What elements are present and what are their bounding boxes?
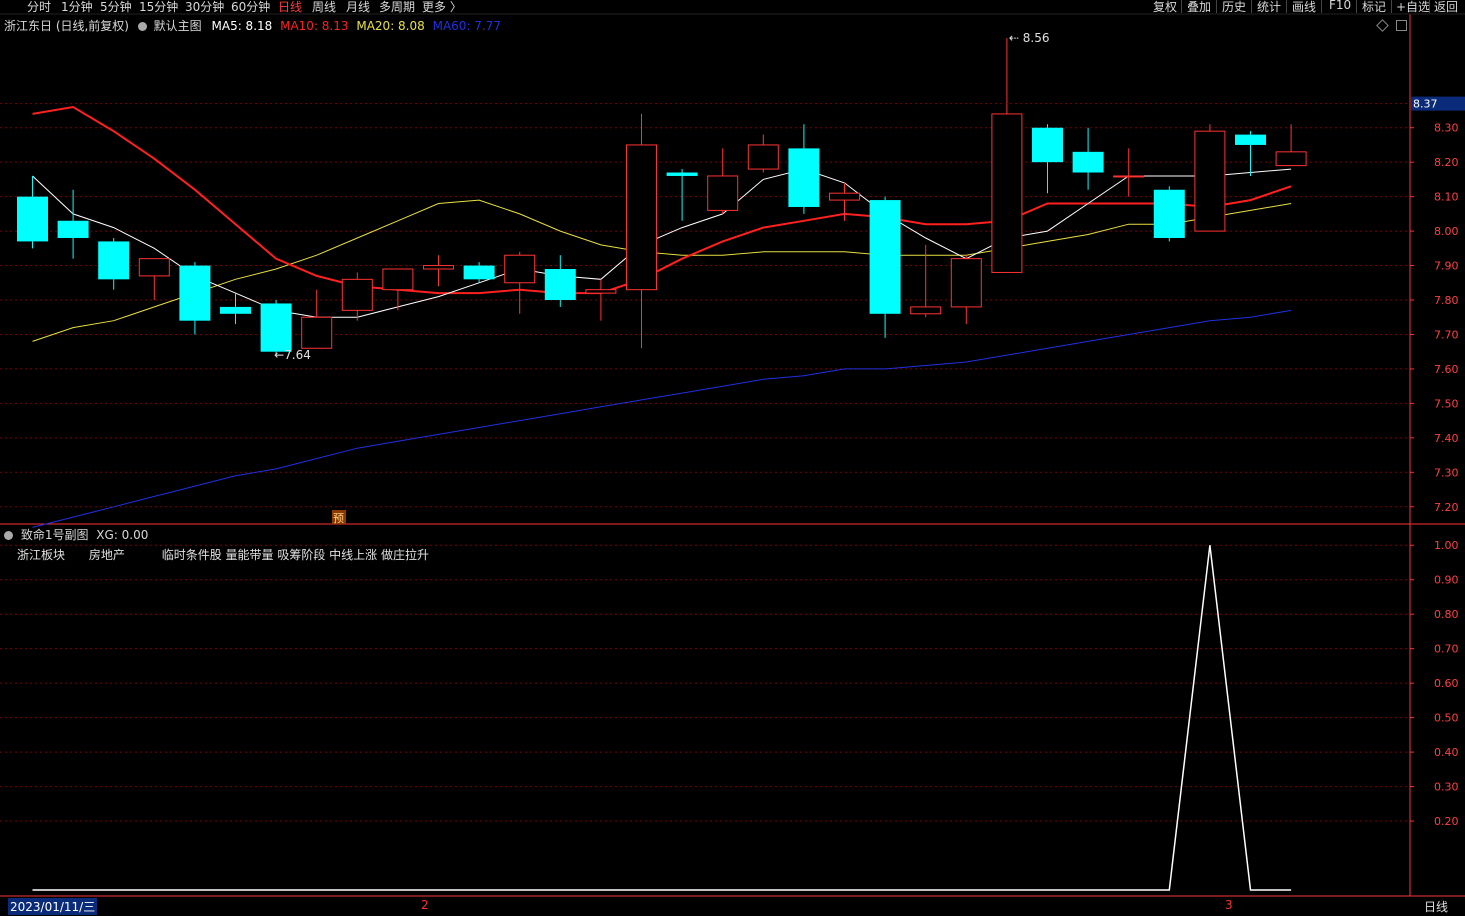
candle-body-up [747,144,779,170]
sub-panel-grid [0,544,1410,822]
candle-body-down [1153,189,1185,238]
sector-realestate: 房地产 [88,548,125,562]
candle-body-down [1235,134,1266,145]
price-tick-label: 7.20 [1434,501,1459,514]
candle-body-up [950,258,982,308]
candle-body-up [301,316,333,349]
template-dot-icon[interactable] [137,22,147,31]
xg-value: XG: 0.00 [96,528,149,542]
main-panel-header: 浙江东日 (日线,前复权) 默认主图 MA5: 8.18 MA10: 8.13 … [4,17,501,34]
candle-body-up [829,192,860,201]
indicator-tick-label: 0.60 [1434,677,1459,690]
current-price-tag: 8.37 [1413,98,1438,111]
candle-body-down [57,220,89,238]
candle-body-down [17,196,48,242]
ma60-line [32,309,1292,528]
price-tick-label: 8.30 [1434,122,1459,135]
candle-body-up [991,113,1023,273]
price-tick-label: 7.50 [1434,397,1459,410]
ma20-polyline [32,199,1292,342]
candle-body-down [788,148,820,207]
indicator-tick-label: 0.70 [1434,643,1459,656]
ma60-legend: MA60: 7.77 [432,19,502,33]
indicator-tick-label: 0.80 [1434,608,1459,621]
price-tick-label: 8.00 [1434,225,1459,238]
indicator-tick-label: 0.40 [1434,746,1459,759]
price-tick-label: 8.20 [1434,156,1459,169]
candle-body-up [1275,151,1307,167]
strategy-tags: 临时条件股 量能带量 吸筹阶段 中线上涨 做庄拉升 [161,548,429,562]
indicator-tick-label: 0.50 [1434,712,1459,725]
low-price-label: ←7.64 [274,348,311,362]
price-tick-label: 7.60 [1434,363,1459,376]
candle-body-up [138,258,170,277]
forecast-marker: 预 [333,512,344,525]
cursor-date: 2023/01/11/三 [8,898,98,915]
candle-body-up [1194,130,1226,232]
panel-frames [0,13,1465,897]
candle-body-down [544,269,576,301]
panel-settings-icon[interactable] [1396,20,1407,31]
indicator-tick-label: 0.30 [1434,781,1459,794]
indicator-tick-label: 0.90 [1434,574,1459,587]
sub-panel-dot-icon[interactable] [4,531,13,540]
candle-body-up [382,268,414,291]
candle-body-down [869,200,901,314]
month-marker-2: 2 [421,898,429,912]
ma5-polyline [32,168,1292,318]
candle-body-up [626,144,657,291]
period-indicator[interactable]: 日线 [1424,898,1448,915]
candle-body-down [179,265,211,321]
price-tick-label: 7.70 [1434,328,1459,341]
candle-body-up [585,289,617,294]
main-price-axis: 7.20 7.30 7.40 7.50 7.60 7.70 7.80 7.90 8.00 8.10… [0,96,1465,514]
candle-body-down [98,241,130,280]
indicator-tick-label: 1.00 [1434,539,1459,552]
candle-body-up [910,306,942,315]
stock-title[interactable]: 浙江东日 (日线,前复权) [4,19,129,33]
ma20-line [32,199,1292,342]
candle-body-down [463,265,495,280]
sector-info-row: 浙江板块 房地产 临时条件股 量能带量 吸筹阶段 中线上涨 做庄拉升 [17,546,429,563]
price-tick-label: 7.40 [1434,432,1459,445]
kline-chart-canvas[interactable]: 7.20 7.30 7.40 7.50 7.60 7.70 7.80 7.90 8.00 8.10… [0,0,1465,916]
ma5-line [32,168,1292,318]
candle-body-down [260,303,292,352]
price-tick-label: 7.80 [1434,294,1459,307]
ma20-legend: MA20: 8.08 [356,19,425,33]
candle-body-down [1072,151,1104,173]
ma10-legend: MA10: 8.13 [280,19,349,33]
price-tick-label: 7.30 [1434,466,1459,479]
sub-panel-header: 致命1号副图 XG: 0.00 [4,526,148,543]
price-tick-label: 7.90 [1434,260,1459,273]
high-price-label: ⇠ 8.56 [1009,31,1050,45]
sector-zhejiang: 浙江板块 [17,548,66,562]
candle-body-up [504,254,536,284]
candle-body-down [220,306,251,314]
candle-body-up [341,278,373,311]
month-marker-3: 3 [1225,898,1233,912]
sub-panel-title[interactable]: 致命1号副图 [21,528,89,542]
candle-body-down [666,172,698,176]
template-name[interactable]: 默认主图 [154,19,202,33]
candle-body-up [1113,175,1145,178]
candle-body-up [423,265,454,270]
candle-body-up [707,175,739,211]
indicator-tick-label: 0.20 [1434,815,1459,828]
sub-indicator-axis: 0.20 0.30 0.40 0.50 0.60 0.70 0.80 0.90 1.00 [1410,539,1459,828]
ma5-legend: MA5: 8.18 [211,19,273,33]
ma60-polyline [32,309,1292,528]
candle-body-down [1032,127,1063,163]
price-tick-label: 8.10 [1434,191,1459,204]
